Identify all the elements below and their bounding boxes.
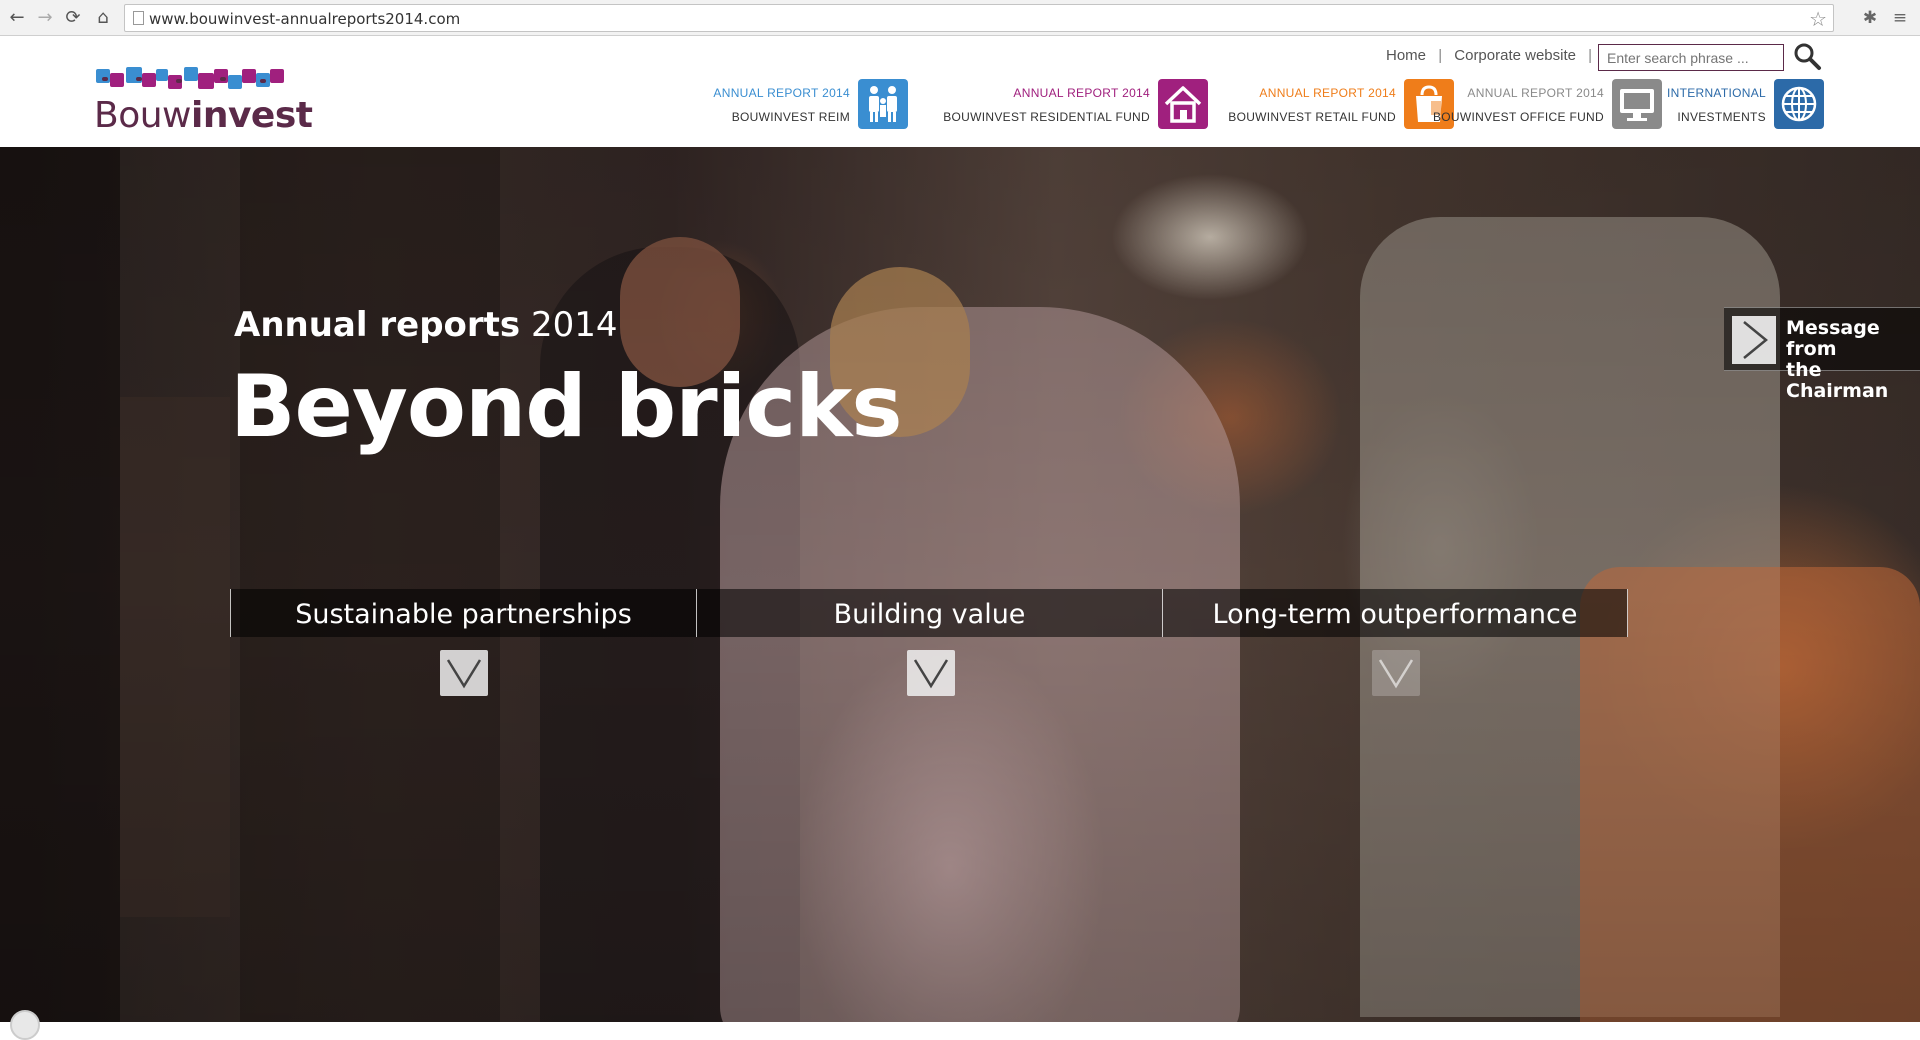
fund-nav-residential[interactable]: ANNUAL REPORT 2014 BOUWINVEST RESIDENTIA…	[940, 79, 1208, 131]
scroll-indicator[interactable]	[10, 1010, 40, 1040]
fund-nav-reim[interactable]: ANNUAL REPORT 2014 BOUWINVEST REIM	[700, 79, 908, 131]
hero-subtitle: Annual reports 2014	[234, 305, 618, 345]
fund-label-year: ANNUAL REPORT 2014	[713, 86, 850, 100]
message-from-chairman-button[interactable]: Message from the Chairman	[1724, 307, 1920, 402]
chevron-down-icon[interactable]	[440, 650, 488, 696]
fund-nav-office[interactable]: ANNUAL REPORT 2014 BOUWINVEST OFFICE FUN…	[1433, 79, 1662, 131]
fund-label-year: ANNUAL REPORT 2014	[1467, 86, 1604, 100]
fund-nav-retail[interactable]: ANNUAL REPORT 2014 BOUWINVEST RETAIL FUN…	[1210, 79, 1454, 131]
message-label: Message from	[1786, 317, 1880, 360]
tab-label: Long-term outperformance	[1212, 599, 1578, 630]
monitor-icon	[1612, 79, 1662, 129]
tab-sustainable-partnerships[interactable]: Sustainable partnerships	[230, 589, 696, 637]
tab-long-term-outperformance[interactable]: Long-term outperformance	[1162, 589, 1628, 637]
chevron-down-icon[interactable]	[1372, 650, 1420, 696]
fund-label-year: ANNUAL REPORT 2014	[1259, 86, 1396, 100]
logo-blocks	[96, 65, 296, 91]
fund-label-year: ANNUAL REPORT 2014	[1013, 86, 1150, 100]
theme-tabs: Sustainable partnerships Building value …	[230, 589, 1630, 637]
reload-icon[interactable]: ⟳	[62, 7, 84, 29]
fund-label-year: INTERNATIONAL	[1666, 86, 1766, 100]
logo-wordmark: Bouwinvest	[94, 95, 313, 136]
site-header: Bouwinvest Home | Corporate website | AN…	[0, 37, 1920, 147]
link-separator: |	[1438, 47, 1443, 64]
page-icon	[133, 11, 144, 25]
corporate-website-link[interactable]: Corporate website	[1454, 47, 1576, 64]
forward-icon[interactable]: →	[34, 7, 56, 29]
fund-nav-international[interactable]: INTERNATIONAL INVESTMENTS	[1660, 79, 1824, 131]
search-input[interactable]	[1598, 44, 1784, 71]
link-separator: |	[1588, 47, 1593, 64]
home-link[interactable]: Home	[1386, 47, 1426, 64]
tab-label: Sustainable partnerships	[295, 599, 632, 630]
people-icon	[858, 79, 908, 129]
fund-label-name: BOUWINVEST REIM	[731, 110, 850, 124]
fund-label-name: BOUWINVEST OFFICE FUND	[1432, 110, 1604, 124]
browser-menu-icon[interactable]: ≡	[1888, 6, 1912, 30]
tab-building-value[interactable]: Building value	[696, 589, 1162, 637]
address-bar[interactable]: www.bouwinvest-annualreports2014.com ☆	[124, 4, 1834, 32]
house-icon	[1158, 79, 1208, 129]
top-links: Home | Corporate website |	[1386, 47, 1600, 64]
message-label: the Chairman	[1786, 359, 1889, 402]
back-icon[interactable]: ←	[6, 7, 28, 29]
chevron-down-icon[interactable]	[907, 650, 955, 696]
arrow-right-icon	[1732, 316, 1776, 364]
url-text: www.bouwinvest-annualreports2014.com	[149, 10, 461, 28]
home-icon[interactable]: ⌂	[92, 7, 114, 29]
globe-icon	[1774, 79, 1824, 129]
bouwinvest-logo[interactable]: Bouwinvest	[94, 65, 313, 145]
hero-title: Beyond bricks	[230, 357, 903, 457]
bookmark-star-icon[interactable]: ☆	[1809, 7, 1827, 31]
extension-icon[interactable]: ✱	[1858, 6, 1882, 30]
browser-toolbar: ← → ⟳ ⌂ www.bouwinvest-annualreports2014…	[0, 0, 1920, 36]
hero-banner: Annual reports 2014 Beyond bricks Messag…	[0, 147, 1920, 1022]
fund-label-name: BOUWINVEST RESIDENTIAL FUND	[943, 110, 1150, 124]
fund-label-name: INVESTMENTS	[1677, 110, 1766, 124]
fund-label-name: BOUWINVEST RETAIL FUND	[1228, 110, 1396, 124]
search-icon[interactable]	[1792, 41, 1822, 71]
tab-label: Building value	[833, 599, 1026, 630]
